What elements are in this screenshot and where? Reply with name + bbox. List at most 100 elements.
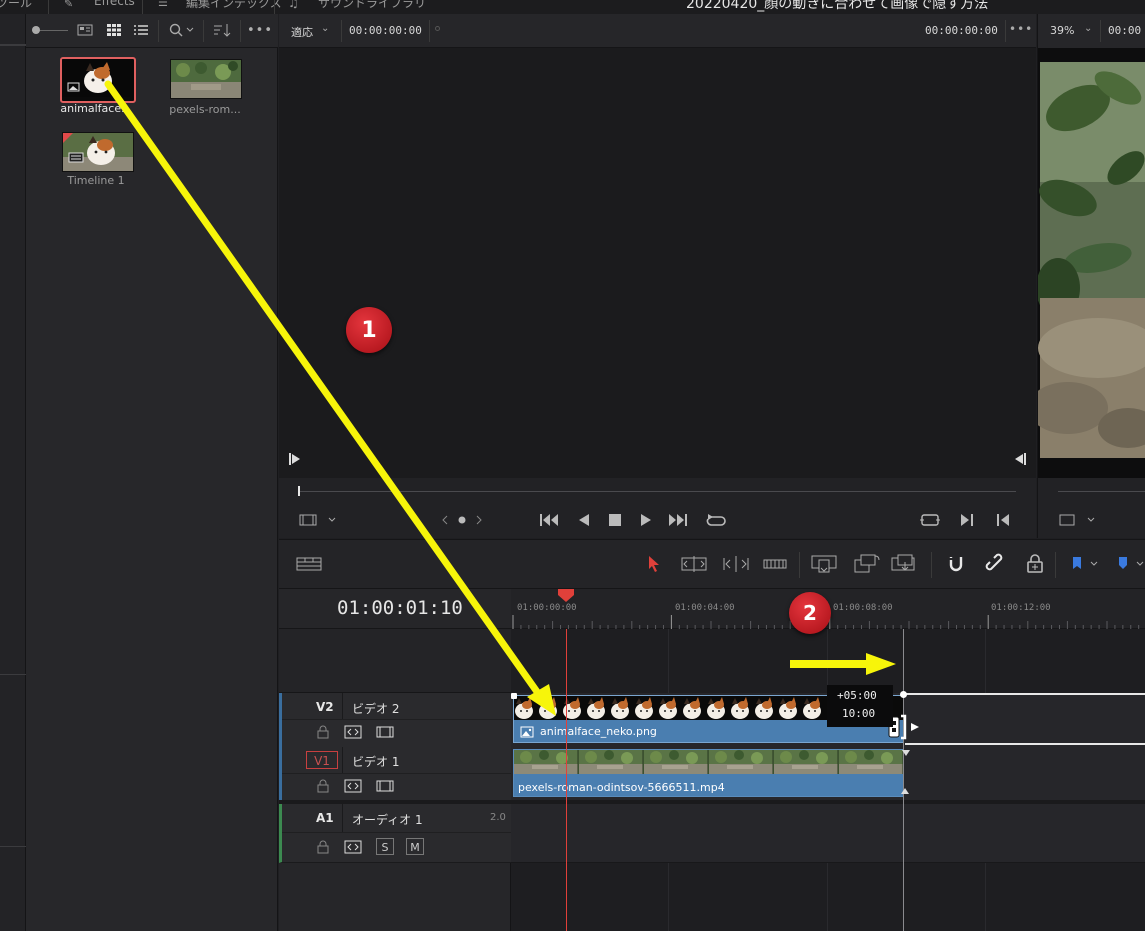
clip-pexels-video[interactable]: pexels-roman-odintsov-5666511.mp4 bbox=[513, 749, 904, 797]
snap-line bbox=[903, 629, 904, 931]
edit-index-tab[interactable]: 編集インデックス bbox=[186, 0, 282, 11]
overwrite-clip-icon[interactable] bbox=[851, 552, 881, 576]
clip-display-icon[interactable] bbox=[299, 513, 339, 527]
timeline-track-headers: 01:00:01:10 V2 ビデオ 2 V1 ビデオ 1 A1 オーディオ 1… bbox=[279, 589, 514, 931]
mark-out-icon[interactable] bbox=[995, 512, 1011, 528]
loop-icon[interactable] bbox=[705, 511, 727, 529]
timeline-zoom-dropdown[interactable]: 39% bbox=[1050, 24, 1074, 37]
source-viewer-canvas[interactable] bbox=[279, 48, 1036, 478]
jog-control-icon[interactable] bbox=[441, 513, 485, 527]
play-reverse-icon[interactable] bbox=[577, 512, 591, 528]
lock-icon[interactable] bbox=[316, 725, 330, 739]
lock-icon[interactable] bbox=[316, 840, 330, 854]
viewer-display-icon[interactable] bbox=[1058, 513, 1098, 527]
track-name[interactable]: ビデオ 2 bbox=[352, 700, 399, 717]
chevron-down-icon[interactable]: ⌄ bbox=[321, 23, 329, 34]
timecode-box: 01:00:01:10 bbox=[279, 589, 511, 629]
list-icon: ☰ bbox=[158, 0, 168, 9]
search-icon[interactable] bbox=[168, 20, 198, 40]
skip-to-end-icon[interactable] bbox=[667, 512, 689, 528]
list-view-icon[interactable] bbox=[130, 20, 152, 40]
mute-button[interactable]: M bbox=[406, 838, 424, 855]
bin-list-panel bbox=[0, 14, 26, 931]
timeline-scrubber[interactable] bbox=[1058, 491, 1145, 492]
insert-clip-icon[interactable] bbox=[809, 552, 841, 576]
track-enable-icon[interactable] bbox=[376, 724, 394, 740]
playhead-line[interactable] bbox=[566, 599, 567, 931]
media-item-timeline[interactable] bbox=[62, 132, 134, 172]
divider bbox=[282, 719, 514, 720]
media-item-animalface[interactable] bbox=[60, 57, 136, 103]
auto-select-icon[interactable] bbox=[344, 724, 362, 740]
media-pool-toolbar: ••• bbox=[26, 14, 278, 48]
snapping-icon[interactable] bbox=[945, 553, 967, 575]
source-playhead[interactable] bbox=[298, 486, 300, 496]
divider bbox=[158, 20, 159, 42]
sound-library-tab[interactable]: サウンドライブラリ bbox=[318, 0, 426, 11]
effects-icon: ✎ bbox=[64, 0, 74, 10]
drag-guide-bottom bbox=[905, 743, 1145, 745]
source-patch-v1[interactable]: V1 bbox=[306, 751, 338, 769]
position-lock-icon[interactable] bbox=[1025, 553, 1045, 575]
more-options-icon[interactable]: ••• bbox=[246, 20, 274, 40]
more-options-icon[interactable]: ••• bbox=[1009, 22, 1033, 36]
trim-edit-icon[interactable] bbox=[679, 554, 709, 574]
timeline-viewer-timecode: 00:00 bbox=[1108, 24, 1142, 37]
play-icon[interactable] bbox=[639, 512, 653, 528]
linked-selection-icon[interactable] bbox=[985, 553, 1007, 575]
playhead-head-icon[interactable] bbox=[557, 589, 575, 603]
channel-format: 2.0 bbox=[490, 812, 506, 823]
divider bbox=[282, 773, 514, 774]
clip-start-handle[interactable] bbox=[511, 693, 517, 699]
match-frame-icon[interactable] bbox=[919, 512, 941, 528]
lock-icon[interactable] bbox=[316, 779, 330, 793]
media-item-pexels[interactable] bbox=[170, 59, 242, 99]
out-point-icon[interactable] bbox=[1013, 452, 1027, 466]
timeline-track-area[interactable]: animalface_neko.png pexels-roman-odintso… bbox=[511, 589, 1145, 931]
zoom-dropdown[interactable]: 適応 bbox=[291, 24, 313, 40]
skip-to-start-icon[interactable] bbox=[539, 512, 561, 528]
stop-icon[interactable] bbox=[607, 512, 623, 528]
divider bbox=[142, 0, 143, 14]
clip-name: pexels-roman-odintsov-5666511.mp4 bbox=[518, 781, 725, 794]
divider bbox=[341, 20, 342, 42]
selection-tool-icon[interactable] bbox=[647, 555, 661, 573]
sort-icon[interactable] bbox=[210, 20, 234, 40]
mark-in-icon[interactable] bbox=[959, 512, 975, 528]
media-item-label: animalface... bbox=[60, 102, 132, 115]
auto-select-icon[interactable] bbox=[344, 839, 362, 855]
auto-select-icon[interactable] bbox=[344, 778, 362, 794]
cat-face-thumbnail bbox=[62, 59, 130, 97]
track-name[interactable]: ビデオ 1 bbox=[352, 753, 399, 770]
marker-icon[interactable] bbox=[1115, 555, 1145, 573]
slider-knob[interactable] bbox=[32, 26, 40, 34]
track-header-v2[interactable]: V2 ビデオ 2 bbox=[279, 693, 514, 748]
source-transport-controls bbox=[279, 478, 1036, 538]
track-header-v1[interactable]: V1 ビデオ 1 bbox=[279, 747, 514, 801]
solo-button[interactable]: S bbox=[376, 838, 394, 855]
timeline-viewer-canvas[interactable] bbox=[1037, 48, 1145, 478]
metadata-view-icon[interactable] bbox=[74, 20, 96, 40]
tools-tab[interactable]: ツール bbox=[0, 0, 32, 11]
track-lane-a1[interactable] bbox=[511, 804, 1145, 863]
timeline-view-options-icon[interactable] bbox=[295, 556, 323, 572]
in-point-icon[interactable] bbox=[288, 452, 302, 466]
divider bbox=[1005, 20, 1006, 42]
dynamic-trim-icon[interactable] bbox=[721, 554, 751, 574]
track-enable-icon[interactable] bbox=[376, 778, 394, 794]
source-scrubber[interactable] bbox=[299, 491, 1016, 492]
divider bbox=[0, 846, 26, 847]
music-icon: ♫ bbox=[288, 0, 299, 10]
clip-end-handle[interactable] bbox=[900, 691, 907, 698]
badge-number: 2 bbox=[803, 601, 817, 625]
track-name[interactable]: オーディオ 1 bbox=[352, 811, 423, 828]
grid-view-icon[interactable] bbox=[103, 20, 125, 40]
flag-icon[interactable] bbox=[1069, 555, 1103, 573]
track-header-a1[interactable]: A1 オーディオ 1 2.0 S M bbox=[279, 804, 514, 863]
step-badge-2: 2 bbox=[789, 592, 831, 634]
chevron-down-icon[interactable]: ⌄ bbox=[1084, 23, 1092, 34]
divider bbox=[274, 0, 275, 14]
blade-tool-icon[interactable] bbox=[761, 554, 789, 574]
replace-clip-icon[interactable] bbox=[889, 552, 921, 576]
effects-tab[interactable]: Effects bbox=[94, 0, 135, 8]
